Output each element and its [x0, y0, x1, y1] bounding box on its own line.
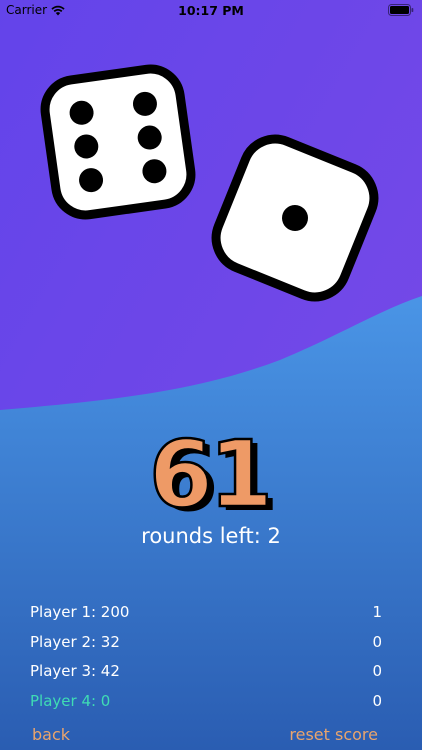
- die-1: [40, 64, 196, 220]
- player-label: Player 1: 200: [30, 603, 130, 621]
- player-count: 0: [372, 691, 382, 710]
- rounds-left: rounds left: 2: [141, 524, 281, 548]
- player-label: Player 4: 0: [30, 691, 111, 710]
- player-row: Player 1: 200 1: [30, 600, 382, 630]
- reset-score-button[interactable]: reset score: [289, 725, 378, 744]
- player-row: Player 2: 32 0: [30, 630, 382, 660]
- player-row-active: Player 4: 0 0: [30, 689, 382, 719]
- player-label: Player 3: 42: [30, 662, 120, 680]
- player-count: 0: [372, 662, 382, 680]
- footer: back reset score: [32, 725, 378, 744]
- status-time: 10:17 PM: [178, 3, 244, 18]
- player-list: Player 1: 200 1 Player 2: 32 0 Player 3:…: [30, 600, 382, 718]
- die-2: [211, 134, 379, 302]
- game-screen: Carrier 10:17 PM 61 61 rounds left: 2 Pl…: [0, 0, 422, 750]
- score-value: 61: [149, 428, 269, 523]
- player-count: 1: [372, 603, 382, 621]
- player-row: Player 3: 42 0: [30, 659, 382, 689]
- back-button[interactable]: back: [32, 725, 70, 744]
- status-bar: Carrier 10:17 PM: [0, 0, 422, 22]
- round-score: 61 61: [0, 428, 422, 523]
- score-display: 61 61: [148, 428, 279, 523]
- player-count: 0: [372, 632, 382, 651]
- battery-icon: [388, 4, 414, 19]
- player-label: Player 2: 32: [30, 632, 120, 651]
